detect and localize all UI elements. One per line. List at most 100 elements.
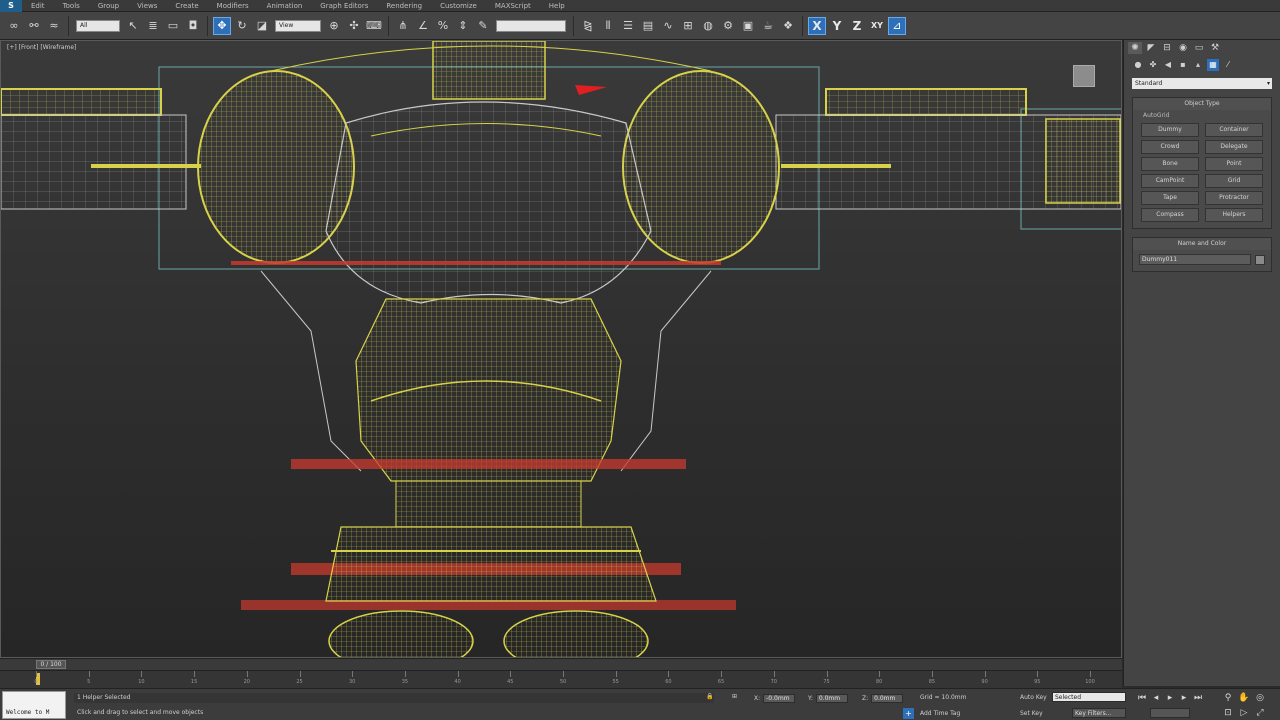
maximize-viewport-icon[interactable]: ⤢ xyxy=(1254,707,1266,719)
time-slider-thumb[interactable]: 0 / 100 xyxy=(36,660,66,669)
mirror-icon[interactable]: ⧎ xyxy=(579,17,597,35)
unlink-icon[interactable]: ⚯ xyxy=(25,17,43,35)
ribbon-icon[interactable]: ▤ xyxy=(639,17,657,35)
auto-key-button[interactable]: Auto Key xyxy=(1020,694,1047,701)
rendered-frame-icon[interactable]: ▣ xyxy=(739,17,757,35)
menu-graph-editors[interactable]: Graph Editors xyxy=(311,0,377,12)
name-color-title[interactable]: Name and Color xyxy=(1133,238,1271,250)
keymode-dropdown[interactable]: Selected xyxy=(1052,692,1126,702)
create-tab-icon[interactable]: ✺ xyxy=(1128,42,1142,54)
axis-x-button[interactable]: X xyxy=(808,16,826,35)
menu-edit[interactable]: Edit xyxy=(22,0,54,12)
menu-rendering[interactable]: Rendering xyxy=(377,0,431,12)
schematic-view-icon[interactable]: ⊞ xyxy=(679,17,697,35)
object-button[interactable]: CamPoint xyxy=(1141,174,1199,188)
app-logo[interactable]: S xyxy=(0,0,22,12)
zoom-all-icon[interactable]: ⊡ xyxy=(1222,707,1234,719)
viewcube-icon[interactable] xyxy=(1073,65,1095,87)
spinner-snap-icon[interactable]: ⇕ xyxy=(454,17,472,35)
set-key-button[interactable]: Set Key xyxy=(1020,710,1043,717)
object-button[interactable]: Point xyxy=(1205,157,1263,171)
object-button[interactable]: Compass xyxy=(1141,208,1199,222)
select-by-name-icon[interactable]: ≣ xyxy=(144,17,162,35)
utilities-tab-icon[interactable]: ⚒ xyxy=(1208,42,1222,54)
object-button[interactable]: Dummy xyxy=(1141,123,1199,137)
lock-icon[interactable]: 🔒 xyxy=(706,693,713,700)
reference-coord-dropdown[interactable]: View xyxy=(275,19,321,32)
helpers-icon[interactable]: ▴ xyxy=(1192,59,1204,71)
named-selection-dropdown[interactable] xyxy=(496,19,566,32)
rect-region-icon[interactable]: ▭ xyxy=(164,17,182,35)
category-dropdown[interactable]: Standard xyxy=(1132,78,1272,89)
window-crossing-icon[interactable]: ◘ xyxy=(184,17,202,35)
object-button[interactable]: Delegate xyxy=(1205,140,1263,154)
manipulate-icon[interactable]: ✣ xyxy=(345,17,363,35)
display-tab-icon[interactable]: ▭ xyxy=(1192,42,1206,54)
angle-snap-icon[interactable]: ∠ xyxy=(414,17,432,35)
front-viewport[interactable]: [+] [Front] [Wireframe] xyxy=(0,40,1122,658)
hierarchy-tab-icon[interactable]: ⊟ xyxy=(1160,42,1174,54)
previous-frame-icon[interactable]: ◂ xyxy=(1150,692,1162,704)
trackbar[interactable]: 0 5 10 15 20 25 30 35 40 45 50 55 60 65 70 75 80 85 90 95 10… xyxy=(0,670,1122,688)
select-rotate-icon[interactable]: ↻ xyxy=(233,17,251,35)
render-icon[interactable]: ☕ xyxy=(759,17,777,35)
render-setup-icon[interactable]: ⚙ xyxy=(719,17,737,35)
object-button[interactable]: Crowd xyxy=(1141,140,1199,154)
maxscript-listener[interactable]: Welcome to M xyxy=(2,691,66,719)
add-time-tag[interactable]: Add Time Tag xyxy=(920,710,960,717)
link-icon[interactable]: ∞ xyxy=(5,17,23,35)
pivot-center-icon[interactable]: ⊕ xyxy=(325,17,343,35)
go-to-end-icon[interactable]: ⏭ xyxy=(1192,692,1204,704)
percent-snap-icon[interactable]: % xyxy=(434,17,452,35)
wireframe-model[interactable] xyxy=(1,41,1122,658)
selection-filter-dropdown[interactable]: All xyxy=(76,19,120,32)
play-icon[interactable]: ▸ xyxy=(1164,692,1176,704)
keyboard-shortcut-icon[interactable]: ⌨ xyxy=(365,17,383,35)
current-frame-field[interactable] xyxy=(1150,708,1190,718)
edit-named-selection-icon[interactable]: ✎ xyxy=(474,17,492,35)
object-color-swatch[interactable] xyxy=(1255,254,1265,265)
curve-editor-icon[interactable]: ∿ xyxy=(659,17,677,35)
select-object-icon[interactable]: ↖ xyxy=(124,17,142,35)
material-editor-icon[interactable]: ◍ xyxy=(699,17,717,35)
select-scale-icon[interactable]: ◪ xyxy=(253,17,271,35)
time-tag-icon[interactable]: + xyxy=(903,708,914,719)
x-value[interactable]: -0.0mm xyxy=(763,693,796,703)
modify-tab-icon[interactable]: ◤ xyxy=(1144,42,1158,54)
z-value[interactable]: 0.0mm xyxy=(871,693,904,703)
key-filters-button[interactable]: Key Filters... xyxy=(1072,708,1126,718)
motion-tab-icon[interactable]: ◉ xyxy=(1176,42,1190,54)
pan-icon[interactable]: ✋ xyxy=(1238,692,1250,704)
menu-help[interactable]: Help xyxy=(540,0,574,12)
menu-views[interactable]: Views xyxy=(128,0,166,12)
orbit-icon[interactable]: ◎ xyxy=(1254,692,1266,704)
go-to-start-icon[interactable]: ⏮ xyxy=(1136,692,1148,704)
bind-spacewarp-icon[interactable]: ≈ xyxy=(45,17,63,35)
menu-modifiers[interactable]: Modifiers xyxy=(208,0,258,12)
menu-animation[interactable]: Animation xyxy=(258,0,312,12)
y-value[interactable]: 0.0mm xyxy=(815,693,848,703)
object-button[interactable]: Bone xyxy=(1141,157,1199,171)
field-of-view-icon[interactable]: ▷ xyxy=(1238,707,1250,719)
systems-icon[interactable]: ▦ xyxy=(1207,59,1219,71)
align-icon[interactable]: ⫴ xyxy=(599,17,617,35)
geometry-icon[interactable]: ● xyxy=(1132,59,1144,71)
object-button[interactable]: Helpers xyxy=(1205,208,1263,222)
autogrid-checkbox[interactable]: AutoGrid xyxy=(1133,110,1271,121)
object-button[interactable]: Tape xyxy=(1141,191,1199,205)
axis-xy-button[interactable]: XY xyxy=(868,17,886,35)
shapes-icon[interactable]: ✤ xyxy=(1147,59,1159,71)
time-slider[interactable]: 0 / 100 xyxy=(0,658,1122,670)
menu-group[interactable]: Group xyxy=(89,0,128,12)
next-frame-icon[interactable]: ▸ xyxy=(1178,692,1190,704)
cameras-icon[interactable]: ▪ xyxy=(1177,59,1189,71)
axis-z-button[interactable]: Z xyxy=(848,17,866,35)
zoom-icon[interactable]: ⚲ xyxy=(1222,692,1234,704)
object-type-title[interactable]: Object Type xyxy=(1133,98,1271,110)
viewport-label[interactable]: [+] [Front] [Wireframe] xyxy=(7,44,76,51)
axis-y-button[interactable]: Y xyxy=(828,17,846,35)
layer-manager-icon[interactable]: ☰ xyxy=(619,17,637,35)
absolute-mode-icon[interactable]: ⊞ xyxy=(732,693,737,700)
object-name-input[interactable]: Dummy011 xyxy=(1139,254,1251,265)
menu-customize[interactable]: Customize xyxy=(431,0,486,12)
